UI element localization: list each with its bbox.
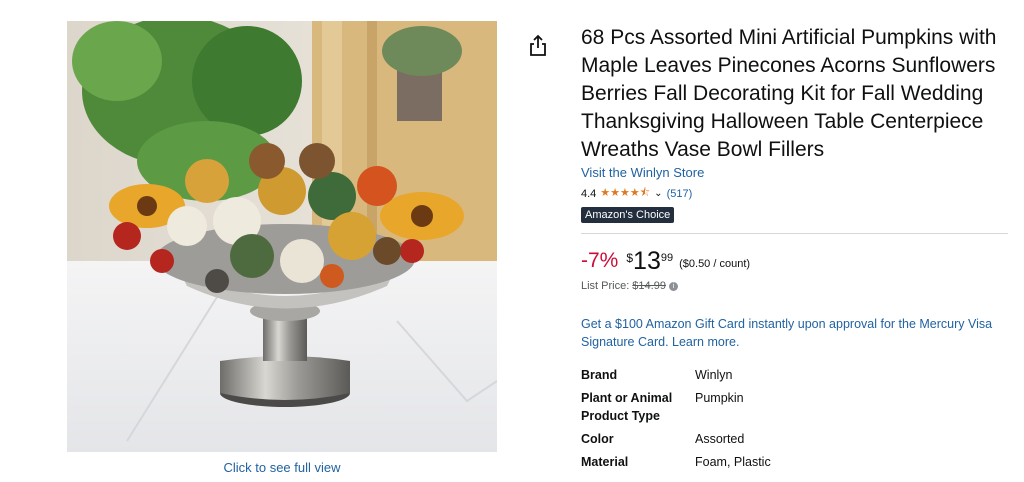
store-link[interactable]: Visit the Winlyn Store: [581, 165, 704, 180]
rating-value: 4.4: [581, 187, 597, 200]
spec-key: Brand: [581, 368, 618, 382]
product-main-image[interactable]: [67, 21, 497, 452]
star-rating-icon[interactable]: ★★★★⯪: [600, 184, 650, 203]
product-title: 68 Pcs Assorted Mini Artificial Pumpkins…: [581, 26, 997, 161]
unit-price: ($0.50 / count): [679, 258, 751, 270]
spec-row: Material Foam, Plastic: [581, 453, 1001, 471]
spec-row: Color Assorted: [581, 430, 1001, 448]
rating-row: 4.4 ★★★★⯪ ⌄ (517): [581, 184, 692, 203]
divider: [581, 233, 1008, 234]
review-count-link[interactable]: (517): [667, 188, 693, 200]
price-row: -7% $ 13 99 ($0.50 / count): [581, 248, 750, 274]
spec-row: Plant or Animal Product Type Pumpkin: [581, 389, 1001, 425]
full-view-link[interactable]: Click to see full view: [67, 460, 497, 475]
spec-value: Assorted: [695, 432, 745, 446]
spec-key: Color: [581, 432, 614, 446]
amazons-choice-badge: Amazon's Choice: [581, 207, 675, 223]
credit-card-promo-link[interactable]: Get a $100 Amazon Gift Card instantly up…: [581, 315, 1006, 351]
spec-key: Plant or Animal Product Type: [581, 391, 673, 423]
spec-value: Pumpkin: [695, 391, 744, 405]
list-price-value: $14.99: [632, 280, 666, 292]
price-fraction: 99: [660, 252, 674, 264]
list-price-label: List Price:: [581, 280, 630, 292]
spec-key: Material: [581, 455, 629, 469]
list-price: List Price: $14.99 i: [581, 280, 678, 292]
chevron-down-icon[interactable]: ⌄: [654, 188, 662, 199]
spec-row: Brand Winlyn: [581, 366, 1001, 384]
share-icon[interactable]: [528, 34, 548, 58]
spec-value: Winlyn: [695, 368, 733, 382]
spec-value: Foam, Plastic: [695, 455, 771, 469]
info-icon[interactable]: i: [668, 281, 678, 291]
discount-percentage: -7%: [581, 249, 619, 272]
price-whole: 13: [633, 247, 661, 275]
price-currency: $: [626, 251, 634, 265]
product-specs-table: Brand Winlyn Plant or Animal Product Typ…: [581, 366, 1001, 476]
